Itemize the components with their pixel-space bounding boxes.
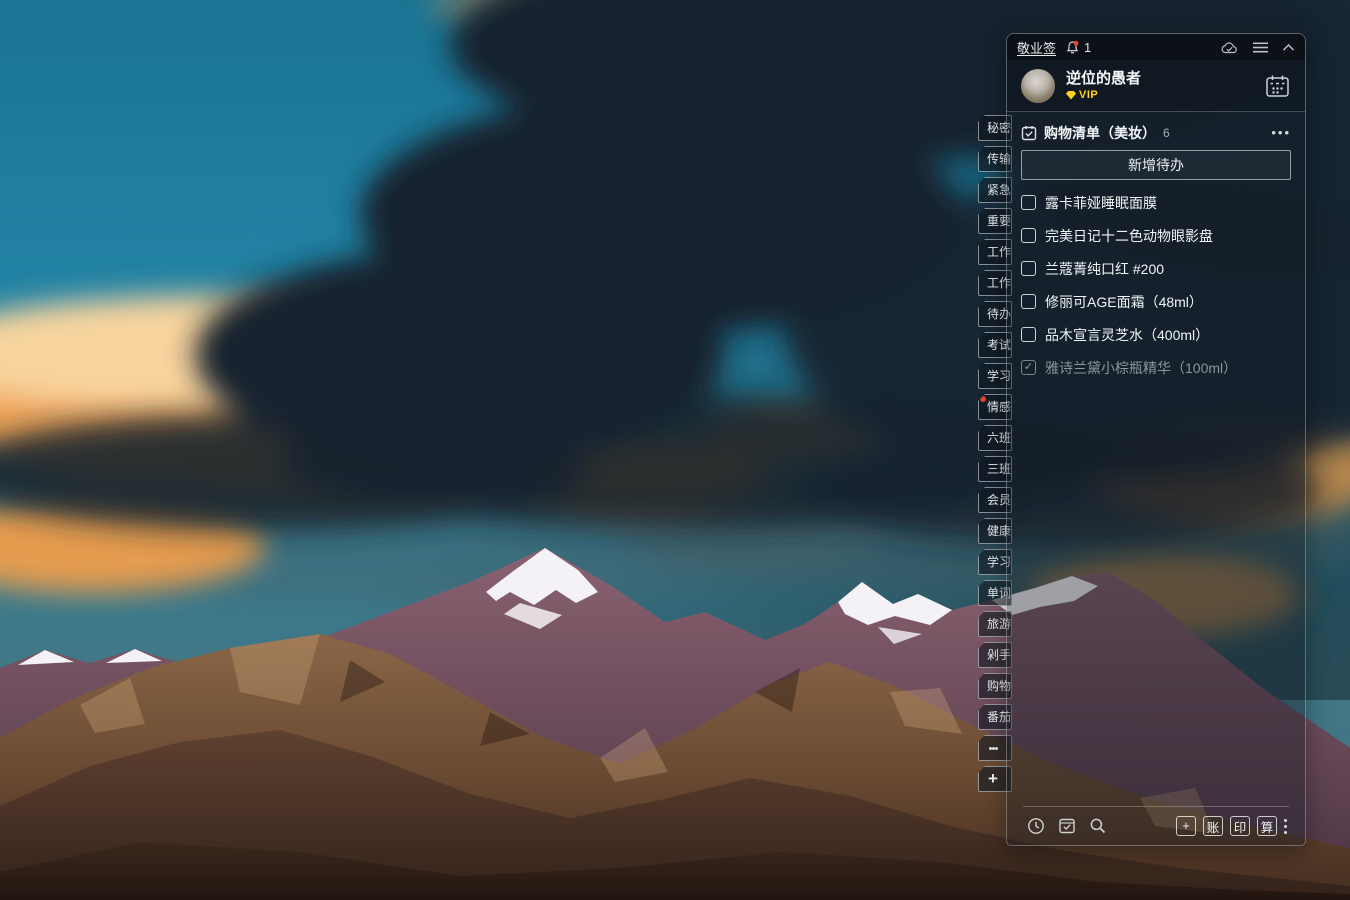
username: 逆位的愚者 (1066, 70, 1141, 87)
todo-item-3: 兰蔻菁纯口红 #200 (1021, 252, 1291, 285)
unread-dot (980, 396, 986, 402)
toolbar-more-icon[interactable] (1284, 817, 1287, 835)
todo-text[interactable]: 雅诗兰黛小棕瓶精华（100ml） (1045, 358, 1237, 378)
cloud-sync-icon[interactable] (1220, 41, 1239, 54)
todo-text[interactable]: 品木宣言灵芝水（400ml） (1045, 325, 1209, 345)
todo-checkbox[interactable] (1021, 261, 1036, 276)
todo-text[interactable]: 露卡菲娅睡眠面膜 (1045, 193, 1157, 213)
todo-item-1: 露卡菲娅睡眠面膜 (1021, 186, 1291, 219)
print-button[interactable]: 印 (1230, 816, 1250, 836)
todo-text[interactable]: 完美日记十二色动物眼影盘 (1045, 226, 1213, 246)
app-title: 敬业签 (1017, 38, 1056, 57)
note-count: 6 (1163, 126, 1170, 140)
todo-text[interactable]: 修丽可AGE面霜（48ml） (1045, 292, 1203, 312)
todo-item-4: 修丽可AGE面霜（48ml） (1021, 285, 1291, 318)
note-content: 购物清单（美妆） 6 ••• 新增待办 露卡菲娅睡眠面膜完美日记十二色动物眼影盘… (1007, 112, 1305, 845)
time-reminder-icon[interactable] (1027, 817, 1045, 835)
collapse-icon[interactable] (1282, 43, 1295, 51)
ledger-button[interactable]: 账 (1203, 816, 1223, 836)
window-titlebar[interactable]: 敬业签 1 (1007, 34, 1305, 60)
todo-checkbox[interactable] (1021, 228, 1036, 243)
todo-item-5: 品木宣言灵芝水（400ml） (1021, 318, 1291, 351)
search-icon[interactable] (1089, 817, 1107, 835)
note-more-icon[interactable]: ••• (1271, 128, 1291, 138)
notification-bell-icon[interactable] (1065, 40, 1080, 55)
calendar-icon[interactable] (1264, 73, 1291, 99)
todo-checkbox-checked[interactable] (1021, 360, 1036, 375)
todo-checkbox[interactable] (1021, 327, 1036, 342)
note-title: 购物清单（美妆） (1044, 123, 1156, 143)
add-todo-button[interactable]: 新增待办 (1021, 150, 1291, 180)
note-widget-window: 敬业签 1 (1006, 33, 1306, 846)
avatar[interactable] (1021, 69, 1055, 103)
todo-item-6: 雅诗兰黛小棕瓶精华（100ml） (1021, 351, 1291, 384)
bottom-toolbar: + 账印算 (1021, 807, 1291, 845)
note-header: 购物清单（美妆） 6 ••• (1021, 120, 1291, 146)
calculator-button[interactable]: 算 (1257, 816, 1277, 836)
menu-icon[interactable] (1253, 42, 1268, 53)
todo-item-2: 完美日记十二色动物眼影盘 (1021, 219, 1291, 252)
user-profile-bar: 逆位的愚者 VIP (1007, 60, 1305, 112)
vip-gem-icon (1066, 91, 1076, 100)
vip-badge: VIP (1079, 89, 1098, 101)
todo-checkbox[interactable] (1021, 294, 1036, 309)
add-note-button[interactable]: + (1176, 816, 1196, 836)
todo-view-icon[interactable] (1058, 817, 1076, 835)
todo-list-icon (1021, 125, 1037, 141)
notification-count: 1 (1084, 40, 1091, 55)
todo-list: 露卡菲娅睡眠面膜完美日记十二色动物眼影盘兰蔻菁纯口红 #200 修丽可AGE面霜（… (1021, 186, 1291, 384)
todo-text[interactable]: 兰蔻菁纯口红 #200 (1045, 259, 1164, 279)
todo-checkbox[interactable] (1021, 195, 1036, 210)
